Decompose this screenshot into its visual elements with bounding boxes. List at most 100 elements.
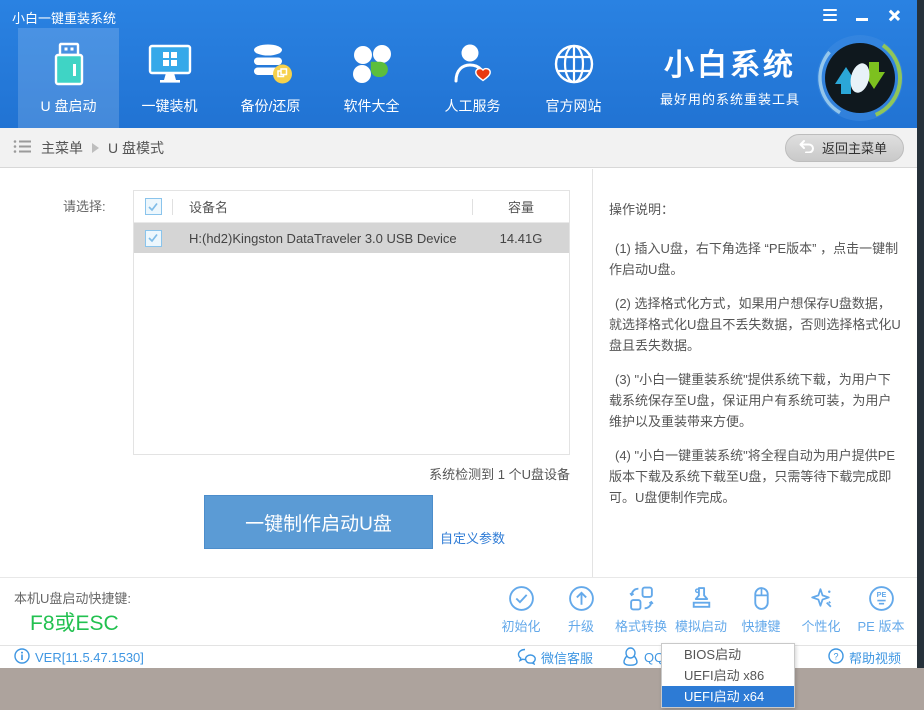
version-text: VER[11.5.47.1530] [35,650,144,665]
globe-icon [551,41,597,87]
tool-personalize[interactable]: 个性化 [791,585,851,635]
main-nav: U 盘启动 一键装机 [0,28,917,128]
sparkle-star-icon [808,585,835,612]
person-heart-icon [450,41,496,87]
select-label: 请选择: [63,196,106,215]
hotkey-value: F8或ESC [30,607,119,637]
select-all-checkbox[interactable] [145,198,162,215]
nav-item-backup-restore[interactable]: 备份/还原 [220,28,321,128]
nav-label: 官方网站 [546,96,602,116]
tool-label: 格式转换 [615,616,667,635]
qq-penguin-icon [622,647,639,669]
list-icon [13,139,32,157]
usb-drive-icon [46,41,92,87]
tool-label: PE 版本 [858,616,905,635]
tool-initialize[interactable]: 初始化 [491,585,551,635]
titlebar: 小白一键重装系统 [0,0,917,28]
content: 请选择: 设备名 容量 H:(h [0,169,917,577]
minimize-icon[interactable] [855,9,869,22]
close-icon[interactable] [887,9,901,22]
menu-item-uefi-x86[interactable]: UEFI启动 x86 [662,665,794,686]
convert-icon [628,585,655,612]
brand-name: 小白系统 [664,49,796,83]
menu-item-bios-boot[interactable]: BIOS启动 [662,644,794,665]
nav-label: 一键装机 [142,96,198,116]
instruction-step: (1) 插入U盘，右下角选择 “PE版本” ，点击一键制作启动U盘。 [609,238,901,280]
breadcrumb-current: U 盘模式 [108,138,164,158]
menu-item-uefi-x64[interactable]: UEFI启动 x64 [662,686,794,707]
tool-simulate-boot[interactable]: 模拟启动 [671,585,731,635]
nav-label: 备份/还原 [241,96,301,116]
hotkey-bar: 本机U盘启动快捷键: F8或ESC 初始化 升级 格式转换 [0,577,917,645]
help-label: 帮助视频 [849,648,901,667]
app-title: 小白一键重装系统 [12,8,116,27]
version-info: VER[11.5.47.1530] [14,646,144,669]
tool-format-convert[interactable]: 格式转换 [611,585,671,635]
nav-item-one-click-install[interactable]: 一键装机 [119,28,220,128]
instructions-title: 操作说明： [609,199,901,218]
device-table: 设备名 容量 H:(hd2)Kingston DataTraveler 3.0 … [133,190,570,455]
chevron-right-icon [92,143,99,153]
wechat-label: 微信客服 [541,648,593,667]
tool-upgrade[interactable]: 升级 [551,585,611,635]
custom-params-link[interactable]: 自定义参数 [440,528,505,547]
help-video-link[interactable]: ? 帮助视频 [828,646,901,669]
column-header-device: 设备名 [173,197,472,216]
tool-pe-version[interactable]: PE PE 版本 [851,585,911,635]
check-circle-icon [508,585,535,612]
tools-row: 初始化 升级 格式转换 模拟启动 [491,585,911,635]
wechat-icon [517,648,536,668]
breadcrumb: 主菜单 U 盘模式 返回主菜单 [0,128,917,168]
instruction-step: (2) 选择格式化方式，如果用户想保存U盘数据，就选择格式化U盘且不丢失数据，否… [609,293,901,356]
tool-label: 升级 [568,616,594,635]
nav-label: 人工服务 [445,96,501,116]
pe-version-popup-menu: BIOS启动 UEFI启动 x86 UEFI启动 x64 [661,643,795,708]
database-backup-icon [248,41,294,87]
device-capacity: 14.41G [473,231,569,246]
brand-logo-icon [816,34,904,122]
tool-label: 初始化 [501,616,540,635]
desktop-edge-strip [917,0,924,668]
pe-version-icon: PE [868,585,895,612]
detect-status-text: 系统检测到 1 个U盘设备 [133,464,570,483]
menu-icon[interactable] [823,9,837,22]
breadcrumb-root[interactable]: 主菜单 [41,138,83,158]
instructions-panel: 操作说明： (1) 插入U盘，右下角选择 “PE版本” ，点击一键制作启动U盘。… [592,169,917,577]
arrow-up-circle-icon [568,585,595,612]
nav-item-official-site[interactable]: 官方网站 [523,28,624,128]
nav-item-usb-boot[interactable]: U 盘启动 [18,28,119,128]
return-arrow-icon [798,139,815,156]
back-button-label: 返回主菜单 [822,138,887,157]
device-name: H:(hd2)Kingston DataTraveler 3.0 USB Dev… [173,231,473,246]
row-checkbox[interactable] [145,230,162,247]
table-header: 设备名 容量 [134,191,569,223]
svg-text:PE: PE [876,590,886,599]
app-window: 小白一键重装系统 U 盘启动 [0,0,917,668]
table-row[interactable]: H:(hd2)Kingston DataTraveler 3.0 USB Dev… [134,223,569,253]
header: 小白一键重装系统 U 盘启动 [0,0,917,128]
tool-label: 快捷键 [741,616,780,635]
wechat-support-link[interactable]: 微信客服 [517,646,593,669]
nav-label: U 盘启动 [41,96,97,116]
mouse-icon [748,585,775,612]
nav-item-software-center[interactable]: 软件大全 [321,28,422,128]
nav-item-human-service[interactable]: 人工服务 [422,28,523,128]
info-icon [14,648,30,667]
svg-text:?: ? [833,651,838,661]
clover-apps-icon [349,41,395,87]
qq-support-link[interactable]: QQ [622,646,664,669]
instruction-step: (3) "小白一键重装系统"提供系统下载，为用户下载系统保存至U盘，保证用户有系… [609,369,901,432]
column-header-capacity: 容量 [473,197,569,216]
instruction-step: (4) "小白一键重装系统"将全程自动为用户提供PE版本下载及系统下载至U盘，只… [609,445,901,508]
make-boot-usb-button[interactable]: 一键制作启动U盘 [204,495,433,549]
brand-slogan: 最好用的系统重装工具 [660,89,800,108]
monitor-icon [147,41,193,87]
brand-block: 小白系统 最好用的系统重装工具 [660,28,804,128]
nav-label: 软件大全 [344,96,400,116]
tool-hotkeys[interactable]: 快捷键 [731,585,791,635]
tool-label: 模拟启动 [675,616,727,635]
stamp-icon [688,585,715,612]
question-circle-icon: ? [828,648,844,667]
back-to-main-menu-button[interactable]: 返回主菜单 [785,134,904,162]
tool-label: 个性化 [801,616,840,635]
